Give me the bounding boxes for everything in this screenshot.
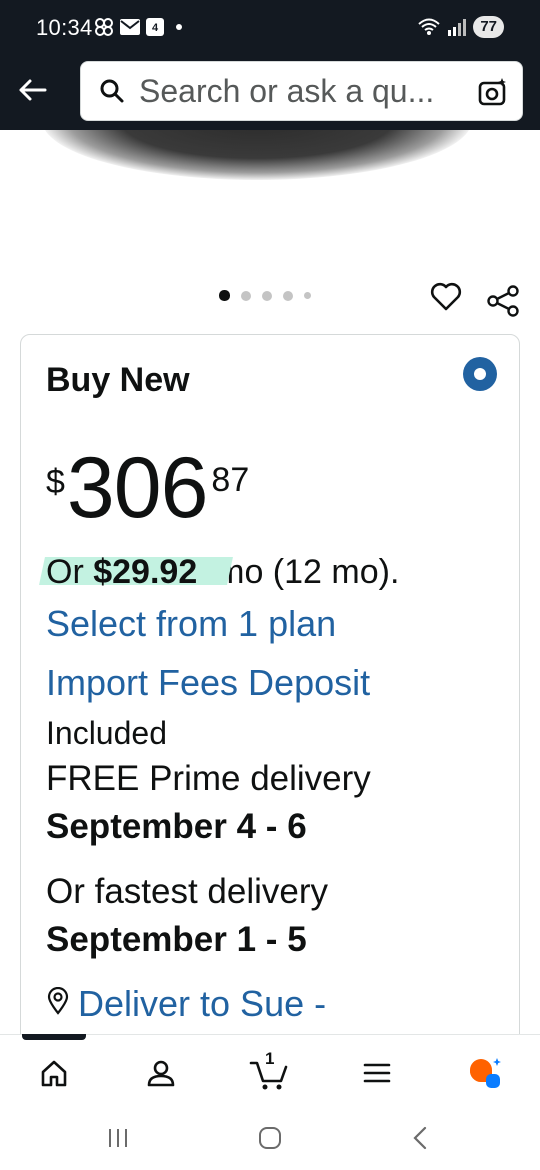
search-placeholder: Search or ask a qu... <box>139 72 435 109</box>
wifi-icon <box>418 18 440 35</box>
battery-indicator: 77 <box>473 16 504 38</box>
price-symbol: $ <box>46 463 65 501</box>
home-button[interactable] <box>250 1124 290 1152</box>
notification-icons: 4 <box>94 17 182 37</box>
buy-new-radio[interactable] <box>463 357 497 391</box>
cart-count: 1 <box>265 1049 275 1068</box>
installment-amount: $29.92 <box>93 553 198 591</box>
back-button[interactable] <box>12 70 52 110</box>
system-status-icons: 77 <box>417 16 504 38</box>
mail-icon <box>120 19 140 35</box>
fastest-delivery-date: September 1 - 5 <box>46 920 307 959</box>
location-pin-icon <box>47 987 69 1015</box>
product-image-gallery[interactable] <box>0 130 540 330</box>
pager-dot-3 <box>262 290 272 301</box>
free-delivery-label: FREE Prime delivery <box>46 759 371 798</box>
price-fraction: 87 <box>211 461 250 499</box>
nav-cart[interactable]: 1 <box>249 1049 289 1093</box>
app-header: Search or ask a qu... <box>0 58 540 130</box>
home-circle-icon <box>259 1127 281 1149</box>
import-fees-link[interactable]: Import Fees Deposit <box>46 662 370 704</box>
installment-prefix: Or <box>46 553 84 591</box>
hamburger-icon <box>363 1063 391 1083</box>
free-delivery-date: September 4 - 6 <box>46 807 307 846</box>
installment-highlight: Or $29.92 <box>46 553 197 591</box>
buy-new-title: Buy New <box>46 361 190 399</box>
assistant-icon <box>469 1058 501 1088</box>
add-to-wishlist-button[interactable] <box>430 282 462 314</box>
price-whole: 306 <box>66 440 208 536</box>
installment-offer: Or $29.92 /mo (12 mo). <box>46 553 399 592</box>
back-system-button[interactable] <box>400 1124 440 1152</box>
camera-search-icon[interactable] <box>478 77 508 107</box>
nav-account[interactable] <box>141 1053 181 1093</box>
pager-dot-1 <box>219 290 230 301</box>
back-arrow-icon <box>19 79 47 101</box>
system-navigation-bar <box>0 1104 540 1170</box>
recent-apps-icon <box>109 1129 127 1147</box>
calendar-badge: 4 <box>151 22 159 34</box>
fastest-delivery-label: Or fastest delivery <box>46 872 329 911</box>
recent-apps-button[interactable] <box>98 1124 138 1152</box>
pager-dot-2 <box>241 290 251 301</box>
status-bar: 10:34 4 77 <box>0 0 540 58</box>
active-tab-indicator <box>22 1034 86 1040</box>
deliver-to-row[interactable]: Deliver to Sue - <box>46 983 326 1025</box>
share-button[interactable] <box>486 284 522 318</box>
search-input[interactable]: Search or ask a qu... <box>80 61 523 121</box>
more-notifications-dot <box>176 24 182 30</box>
nav-assistant[interactable] <box>465 1053 505 1093</box>
pinwheel-icon <box>95 18 113 36</box>
radio-selected-dot <box>474 368 486 380</box>
nav-menu[interactable] <box>357 1053 397 1093</box>
pager-dot-4 <box>283 290 293 301</box>
select-plan-link[interactable]: Select from 1 plan <box>46 603 336 645</box>
buy-new-card: Buy New $ 306 87 Or $29.92 /mo (12 mo). … <box>20 334 520 1054</box>
product-price: $ 306 87 <box>46 443 249 533</box>
nav-home[interactable] <box>34 1053 74 1093</box>
calendar-icon: 4 <box>146 18 164 36</box>
product-image <box>42 130 472 180</box>
person-icon <box>147 1060 175 1087</box>
share-icon <box>487 285 519 317</box>
import-fees-status: Included <box>46 715 167 751</box>
search-icon <box>99 78 125 104</box>
signal-icon <box>448 19 467 36</box>
heart-icon <box>430 282 462 311</box>
pager-dot-5 <box>304 292 311 299</box>
home-icon <box>41 1060 67 1087</box>
gallery-pager <box>219 290 311 301</box>
deliver-to-link[interactable]: Deliver to Sue - <box>78 983 326 1025</box>
status-time: 10:34 <box>36 15 93 40</box>
bottom-navigation: 1 <box>0 1034 540 1104</box>
back-chevron-icon <box>413 1126 427 1150</box>
